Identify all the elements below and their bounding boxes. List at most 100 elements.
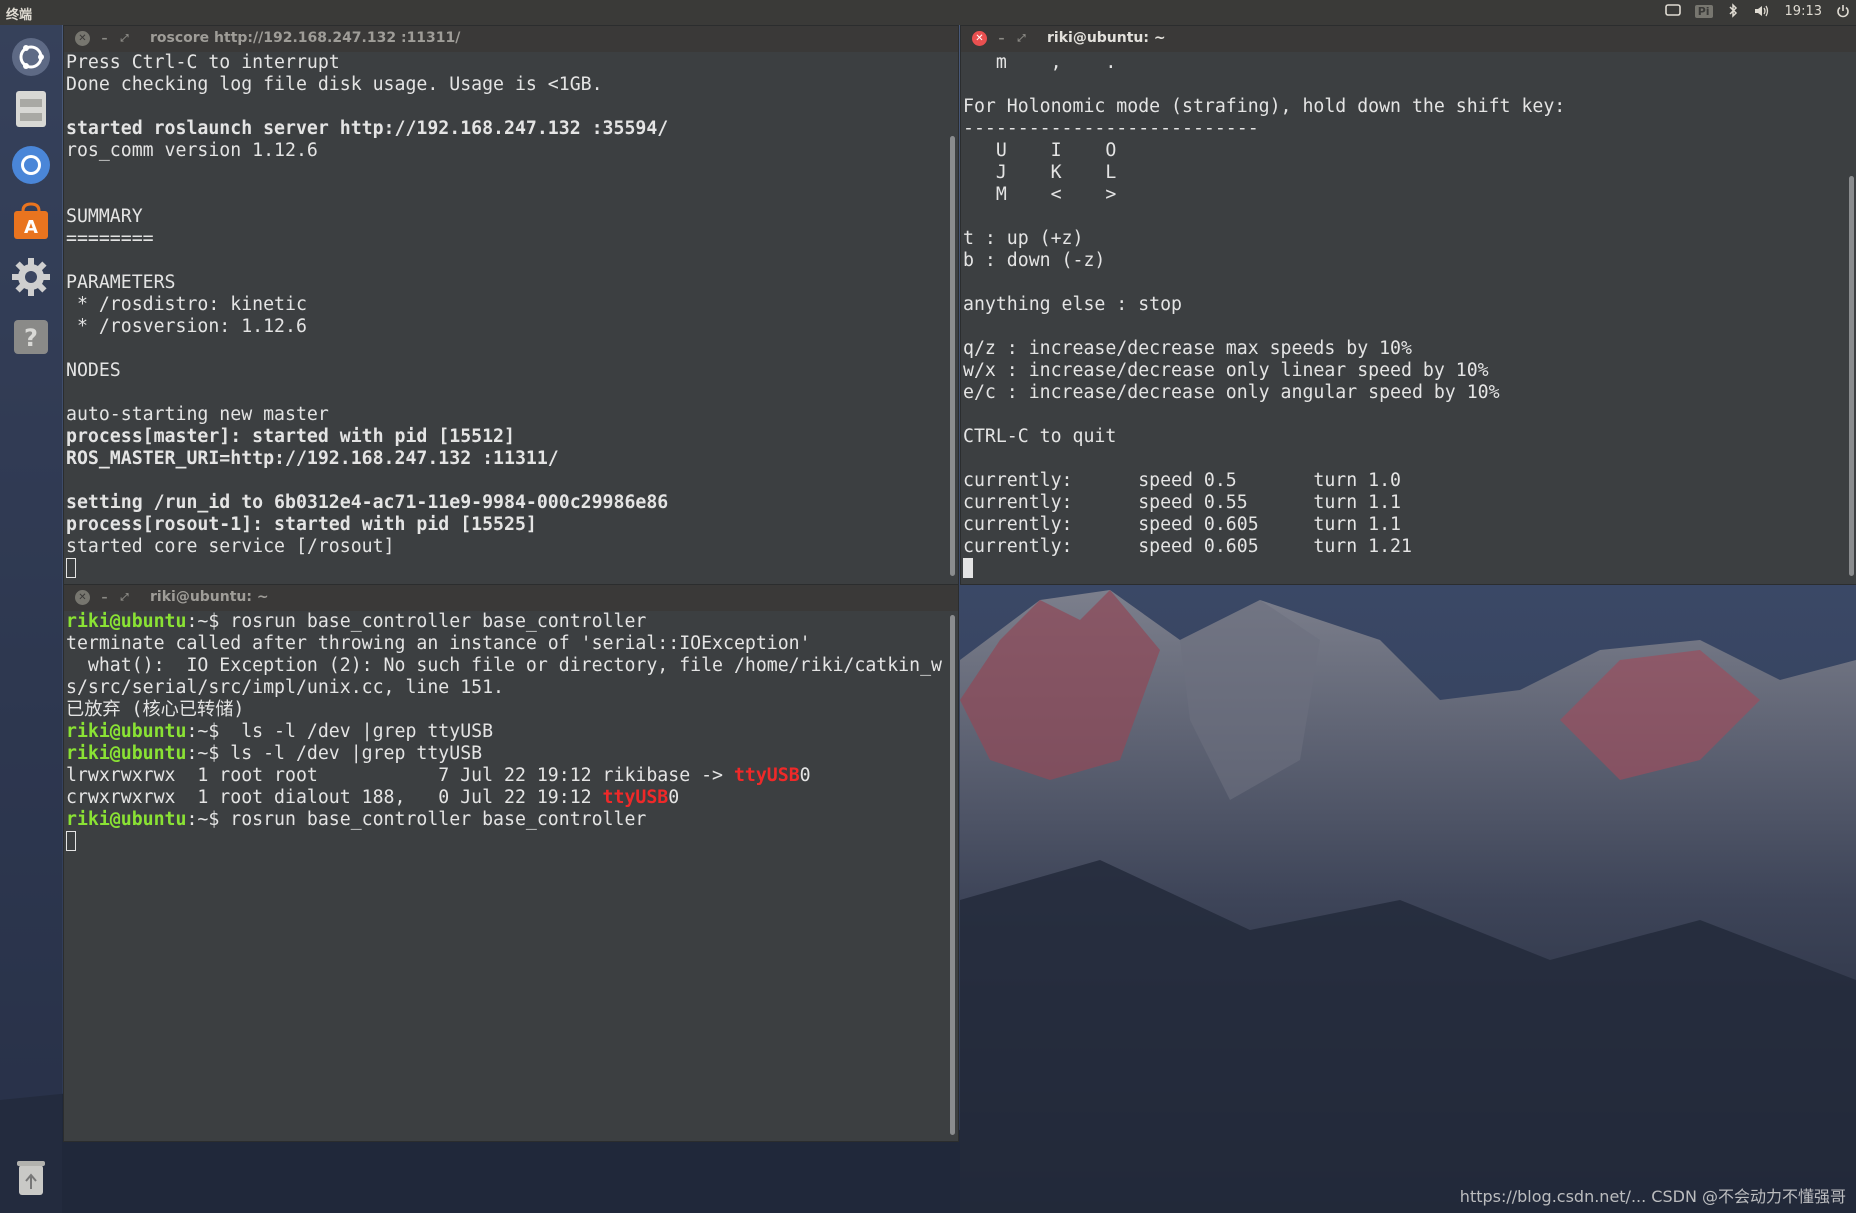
bluetooth-icon[interactable] <box>1727 3 1739 19</box>
prompt-user-host: riki@ubuntu <box>66 809 187 830</box>
minimize-icon[interactable]: – <box>994 31 1009 46</box>
window-title: roscore http://192.168.247.132 :11311/ <box>150 30 461 46</box>
terminal-line: U I O <box>963 140 1117 161</box>
terminal-line: s/src/serial/src/impl/unix.cc, line 151. <box>66 677 946 699</box>
terminal-line: currently: speed 0.55 turn 1.1 <box>963 492 1401 513</box>
terminal-line: process[master]: started with pid [15512… <box>66 426 515 447</box>
active-app-title: 终端 <box>6 8 33 23</box>
terminal-line: riki@ubuntu:~$ ls -l /dev |grep ttyUSB <box>66 721 946 743</box>
terminal-line: q/z : increase/decrease max speeds by 10… <box>963 338 1412 359</box>
prompt-user-host: riki@ubuntu <box>66 743 187 764</box>
text-cursor <box>963 558 973 578</box>
keyboard-indicator[interactable]: Pi <box>1694 4 1713 18</box>
terminal-line: auto-starting new master <box>66 404 329 425</box>
terminal-line: setting /run_id to 6b0312e4-ac71-11e9-99… <box>66 492 669 513</box>
terminal-line: PARAMETERS <box>66 272 176 293</box>
terminal-line: riki@ubuntu:~$ rosrun base_controller ba… <box>66 809 946 831</box>
terminal-line: For Holonomic mode (strafing), hold down… <box>963 96 1566 117</box>
terminal-line: 已放弃 (核心已转储) <box>66 699 946 721</box>
terminal-line: started core service [/rosout] <box>66 536 395 557</box>
terminal-text: what(): IO Exception (2): No such file o… <box>66 655 942 676</box>
terminal-line: b : down (-z) <box>963 250 1106 271</box>
terminal-titlebar[interactable]: ✕ – ⤢ roscore http://192.168.247.132 :11… <box>64 26 958 52</box>
terminal-line: what(): IO Exception (2): No such file o… <box>66 655 946 677</box>
terminal-text: crwxrwxrwx 1 root dialout 188, 0 Jul 22 … <box>66 787 603 808</box>
terminal-line: SUMMARY <box>66 206 143 227</box>
power-icon[interactable] <box>1836 4 1850 18</box>
system-tray: Pi 19:13 <box>1664 3 1850 19</box>
screen-icon[interactable] <box>1664 4 1681 18</box>
terminal-text: terminate called after throwing an insta… <box>66 633 811 654</box>
terminal-output[interactable]: m , . For Holonomic mode (strafing), hold… <box>963 52 1845 584</box>
terminal-output[interactable]: Press Ctrl-C to interrupt Done checking l… <box>66 52 946 584</box>
highlighted-match: ttyUSB <box>602 787 669 808</box>
close-icon[interactable]: ✕ <box>972 31 987 46</box>
terminal-line: currently: speed 0.605 turn 1.21 <box>963 536 1412 557</box>
maximize-icon[interactable]: ⤢ <box>117 31 132 46</box>
terminal-line: riki@ubuntu:~$ ls -l /dev |grep ttyUSB <box>66 743 946 765</box>
terminal-text: :~$ rosrun base_controller base_controll… <box>186 611 647 632</box>
text-cursor <box>66 831 76 851</box>
terminal-line: terminate called after throwing an insta… <box>66 633 946 655</box>
ubuntu-dash-icon[interactable] <box>9 35 53 79</box>
maximize-icon[interactable]: ⤢ <box>117 590 132 605</box>
scrollbar[interactable] <box>1849 176 1854 576</box>
terminal-line: CTRL-C to quit <box>963 426 1117 447</box>
minimize-icon[interactable]: – <box>97 31 112 46</box>
terminal-text: 0 <box>668 787 680 808</box>
top-panel: 终端 Pi 19:13 <box>0 0 1856 25</box>
terminal-line: --------------------------- <box>963 118 1259 139</box>
terminal-line: NODES <box>66 360 121 381</box>
terminal-output[interactable]: riki@ubuntu:~$ rosrun base_controller ba… <box>66 611 946 1141</box>
terminal-shell[interactable]: ✕ – ⤢ riki@ubuntu: ~ riki@ubuntu:~$ rosr… <box>63 584 959 1142</box>
chromium-icon[interactable] <box>9 143 53 187</box>
terminal-line: ======== <box>66 228 154 249</box>
launcher: A ? <box>0 25 62 1213</box>
terminal-text: lrwxrwxrwx 1 root root 7 Jul 22 19:12 ri… <box>66 765 734 786</box>
terminal-text: :~$ ls -l /dev |grep ttyUSB <box>186 743 483 764</box>
terminal-line: * /rosversion: 1.12.6 <box>66 316 307 337</box>
software-center-icon[interactable]: A <box>9 199 53 243</box>
terminal-titlebar[interactable]: ✕ – ⤢ riki@ubuntu: ~ <box>961 26 1856 52</box>
terminal-text: :~$ ls -l /dev |grep ttyUSB <box>186 721 494 742</box>
terminal-line: lrwxrwxrwx 1 root root 7 Jul 22 19:12 ri… <box>66 765 946 787</box>
terminal-titlebar[interactable]: ✕ – ⤢ riki@ubuntu: ~ <box>64 585 958 611</box>
terminal-line: process[rosout-1]: started with pid [155… <box>66 514 537 535</box>
clock[interactable]: 19:13 <box>1785 4 1822 19</box>
terminal-line: riki@ubuntu:~$ rosrun base_controller ba… <box>66 611 946 633</box>
terminal-text: s/src/serial/src/impl/unix.cc, line 151. <box>66 677 504 698</box>
trash-icon[interactable] <box>9 1155 53 1199</box>
terminal-text: :~$ rosrun base_controller base_controll… <box>186 809 647 830</box>
terminal-line: currently: speed 0.605 turn 1.1 <box>963 514 1401 535</box>
terminal-line: ROS_MASTER_URI=http://192.168.247.132 :1… <box>66 448 559 469</box>
terminal-line: started roslaunch server http://192.168.… <box>66 118 669 139</box>
prompt-user-host: riki@ubuntu <box>66 611 187 632</box>
close-icon[interactable]: ✕ <box>75 590 90 605</box>
terminal-teleop[interactable]: ✕ – ⤢ riki@ubuntu: ~ m , . For Holonomic … <box>960 25 1856 585</box>
window-title: riki@ubuntu: ~ <box>150 589 269 605</box>
maximize-icon[interactable]: ⤢ <box>1014 31 1029 46</box>
system-settings-icon[interactable] <box>9 255 53 299</box>
volume-icon[interactable] <box>1753 4 1771 18</box>
file-manager-icon[interactable] <box>9 87 53 131</box>
terminal-line: anything else : stop <box>963 294 1182 315</box>
terminal-roscore[interactable]: ✕ – ⤢ roscore http://192.168.247.132 :11… <box>63 25 959 585</box>
scrollbar[interactable] <box>950 136 955 576</box>
close-icon[interactable]: ✕ <box>75 31 90 46</box>
help-icon[interactable]: ? <box>9 315 53 359</box>
minimize-icon[interactable]: – <box>97 590 112 605</box>
scrollbar[interactable] <box>950 615 955 1135</box>
terminal-line: Press Ctrl-C to interrupt <box>66 52 340 73</box>
terminal-line: t : up (+z) <box>963 228 1084 249</box>
